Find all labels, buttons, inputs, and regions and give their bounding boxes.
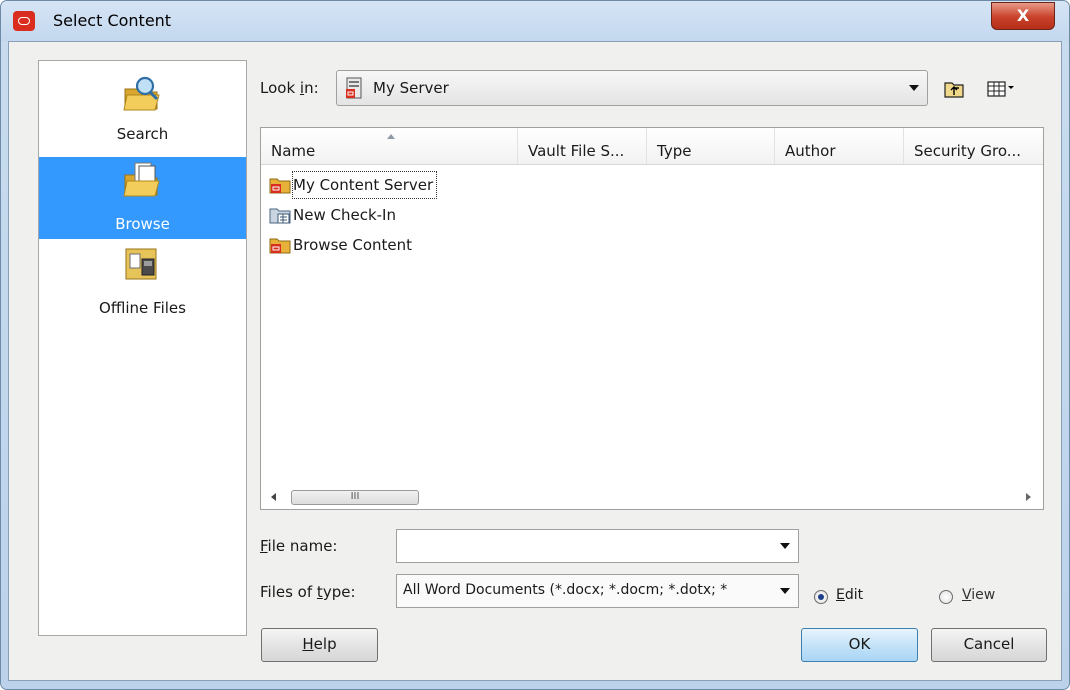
column-author[interactable]: Author: [775, 128, 904, 164]
window-title: Select Content: [53, 11, 172, 30]
place-search-label: Search: [116, 125, 169, 143]
files-of-type-label: Files of type:: [260, 583, 356, 601]
help-button[interactable]: Help: [261, 628, 378, 662]
column-type[interactable]: Type: [647, 128, 775, 164]
place-browse-label: Browse: [115, 215, 170, 233]
edit-radio[interactable]: [814, 590, 828, 604]
file-name-field[interactable]: [396, 529, 799, 563]
list-item-label: New Check-In: [293, 206, 396, 224]
list-item-label: My Content Server: [291, 171, 438, 199]
column-vault-file-size[interactable]: Vault File S...: [518, 128, 647, 164]
search-folder-icon: [123, 76, 160, 111]
look-in-label: Look in:: [260, 79, 319, 97]
scrollbar-thumb[interactable]: III: [291, 490, 419, 505]
file-name-label: File name:: [260, 537, 338, 555]
place-offline-files-label: Offline Files: [99, 299, 186, 317]
close-button[interactable]: X: [991, 2, 1055, 30]
column-name[interactable]: Name: [261, 128, 518, 164]
browse-content-folder-icon: [269, 238, 291, 254]
files-of-type-dropdown[interactable]: All Word Documents (*.docx; *.docm; *.do…: [396, 574, 799, 608]
column-name-label: Name: [271, 142, 316, 160]
cancel-button[interactable]: Cancel: [931, 628, 1047, 662]
view-radio-label[interactable]: View: [962, 587, 995, 603]
ok-button[interactable]: OK: [801, 628, 918, 662]
select-content-dialog: Select Content X Search Browse Offline F…: [0, 0, 1070, 690]
edit-radio-label[interactable]: Edit: [836, 587, 863, 603]
file-list[interactable]: Name Vault File S... Type Author Securit…: [260, 127, 1044, 510]
place-browse[interactable]: Browse: [39, 157, 246, 239]
check-in-folder-icon: [269, 208, 291, 224]
dialog-body: Search Browse Offline Files Look in: My …: [8, 41, 1062, 681]
scroll-left-icon[interactable]: [271, 493, 276, 501]
view-radio[interactable]: [939, 590, 953, 604]
sort-ascending-icon: [387, 134, 395, 139]
look-in-dropdown[interactable]: My Server: [336, 70, 928, 106]
column-security-group[interactable]: Security Gro...: [904, 128, 1043, 164]
content-server-folder-icon: [269, 178, 291, 194]
horizontal-scrollbar[interactable]: III: [261, 487, 1043, 509]
list-item-label: Browse Content: [293, 236, 413, 254]
places-bar: Search Browse Offline Files: [38, 60, 247, 636]
up-one-level-icon[interactable]: [943, 78, 967, 100]
look-in-value: My Server: [373, 79, 449, 97]
view-menu-icon[interactable]: [986, 78, 1016, 100]
offline-files-icon: [125, 248, 157, 280]
chevron-down-icon: [780, 588, 790, 594]
scroll-right-icon[interactable]: [1026, 493, 1031, 501]
browse-folder-icon: [123, 162, 160, 197]
place-offline-files[interactable]: Offline Files: [39, 241, 246, 323]
chevron-down-icon: [909, 85, 919, 91]
place-search[interactable]: Search: [39, 71, 246, 153]
chevron-down-icon[interactable]: [780, 543, 790, 549]
server-icon: [346, 77, 362, 99]
title-bar[interactable]: Select Content X: [1, 1, 1069, 41]
files-of-type-value: All Word Documents (*.docx; *.docm; *.do…: [403, 582, 728, 598]
file-list-header: Name Vault File S... Type Author Securit…: [261, 128, 1043, 165]
oracle-app-icon: [13, 11, 35, 31]
